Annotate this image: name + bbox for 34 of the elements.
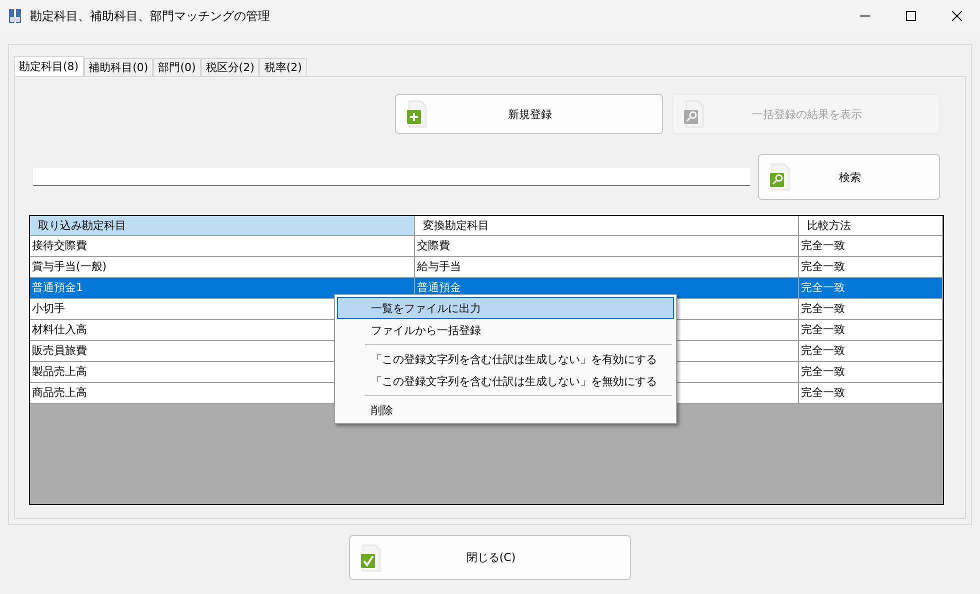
- table-cell: 完全一致: [799, 362, 943, 383]
- close-dialog-button[interactable]: 閉じる(C): [349, 535, 631, 580]
- table-cell: 賞与手当(一般): [30, 257, 415, 278]
- tab[interactable]: 税区分(2): [200, 58, 260, 76]
- add-document-icon: [406, 100, 428, 128]
- search-button[interactable]: 検索: [758, 154, 940, 200]
- column-header[interactable]: 変換勘定科目: [415, 216, 799, 236]
- window-title: 勘定科目、補助科目、部門マッチングの管理: [30, 8, 271, 24]
- table-cell: 接待交際費: [30, 236, 415, 257]
- table-cell: 完全一致: [799, 383, 943, 404]
- close-icon[interactable]: [952, 11, 962, 21]
- menu-item[interactable]: 一覧をファイルに出力: [337, 297, 674, 319]
- column-header[interactable]: 比較方法: [799, 216, 943, 236]
- check-document-icon: [360, 544, 382, 572]
- new-button[interactable]: 新規登録: [395, 94, 663, 134]
- app-icon: [8, 8, 22, 24]
- table-cell: 交際費: [415, 236, 799, 257]
- table-cell: 完全一致: [799, 299, 943, 320]
- table-cell: 完全一致: [799, 320, 943, 341]
- table-cell: 完全一致: [799, 278, 943, 299]
- table-cell: 普通預金1: [30, 278, 415, 299]
- search-field[interactable]: [33, 168, 750, 186]
- table-cell: 完全一致: [799, 341, 943, 362]
- column-header[interactable]: 取り込み勘定科目: [30, 216, 415, 236]
- table-cell: 給与手当: [415, 257, 799, 278]
- table-cell: 完全一致: [799, 257, 943, 278]
- tab[interactable]: 部門(0): [153, 58, 201, 76]
- search-document-icon: [683, 100, 705, 128]
- search-document-icon: [769, 163, 791, 191]
- tab[interactable]: 勘定科目(8): [14, 56, 84, 76]
- tab[interactable]: 税率(2): [259, 58, 307, 76]
- table-cell: 完全一致: [799, 236, 943, 257]
- tab[interactable]: 補助科目(0): [84, 58, 154, 76]
- maximize-icon[interactable]: [906, 11, 916, 21]
